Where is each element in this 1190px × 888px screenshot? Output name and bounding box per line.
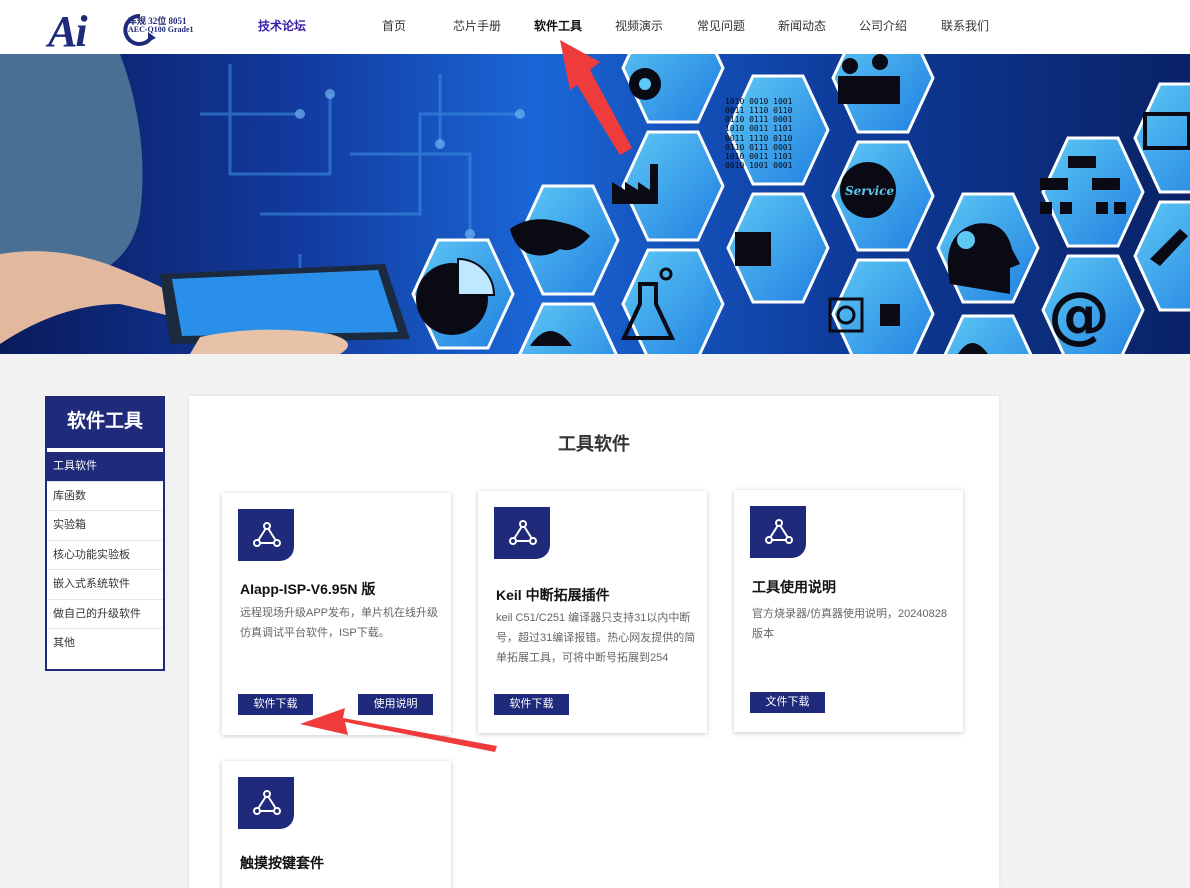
tool-card: 工具使用说明 官方烧录器/仿真器使用说明，20240828版本 文件下载	[734, 490, 963, 732]
banner-binary-4: 1010 0011 1101	[725, 124, 793, 133]
nav-about[interactable]: 公司介绍	[859, 17, 907, 34]
nav-contact[interactable]: 联系我们	[941, 17, 989, 34]
main-content: 工具软件 AIapp-ISP-V6.95N 版 远程现场升级APP发布，单片机在…	[189, 396, 999, 888]
sidebar-item-other[interactable]: 其他	[47, 629, 163, 659]
banner-binary-2: 0011 1110 0110	[725, 106, 793, 115]
page-title: 工具软件	[558, 434, 630, 454]
company-logo[interactable]: Ai 车规 32位 8051 AEC-Q100 Grade1	[48, 7, 198, 56]
tool-card: 触摸按键套件	[222, 761, 451, 888]
banner-binary-3: 0110 0111 0001	[725, 115, 793, 124]
banner-binary-1: 1010 0010 1001	[725, 97, 793, 106]
nav-video-demo[interactable]: 视频演示	[615, 17, 663, 34]
nav-home[interactable]: 首页	[382, 17, 406, 34]
hero-banner: 1010 0010 1001 0011 1110 0110 0110 0111 …	[0, 54, 1190, 354]
card-description: 远程现场升级APP发布，单片机在线升级仿真调试平台软件，ISP下载。	[240, 607, 439, 639]
user-guide-button[interactable]: 使用说明	[358, 694, 433, 715]
banner-binary-6: 0110 0111 0001	[725, 143, 793, 152]
nav-forum-link[interactable]: 技术论坛	[258, 17, 306, 34]
banner-binary-7: 1010 0011 1101	[725, 152, 793, 161]
tool-card: AIapp-ISP-V6.95N 版 远程现场升级APP发布，单片机在线升级仿真…	[222, 493, 451, 735]
share-nodes-icon	[238, 509, 294, 561]
banner-illustration: 1010 0010 1001 0011 1110 0110 0110 0111 …	[0, 54, 1190, 354]
banner-binary-5: 0011 1110 0110	[725, 134, 793, 143]
card-title: 工具使用说明	[752, 579, 836, 595]
nav-faq[interactable]: 常见问题	[697, 17, 745, 34]
sidebar-title: 软件工具	[47, 396, 163, 452]
banner-binary-8: 0010 1001 0001	[725, 161, 793, 170]
card-description: 官方烧录器/仿真器使用说明，20240828版本	[752, 608, 947, 640]
nav-news[interactable]: 新闻动态	[778, 17, 826, 34]
site-header: Ai 车规 32位 8051 AEC-Q100 Grade1 技术论坛 首页 芯…	[0, 0, 1190, 56]
card-title: 触摸按键套件	[240, 855, 324, 871]
sidebar-item-tool-software[interactable]: 工具软件	[47, 452, 163, 482]
sidebar-item-core-board[interactable]: 核心功能实验板	[47, 541, 163, 570]
share-nodes-icon	[238, 777, 294, 829]
nav-software-tools[interactable]: 软件工具	[534, 17, 582, 34]
card-title: Keil 中断拓展插件	[496, 587, 610, 603]
sidebar-item-lab-box[interactable]: 实验箱	[47, 511, 163, 541]
tool-card: Keil 中断拓展插件 keil C51/C251 编译器只支持31以内中断号，…	[478, 491, 707, 733]
banner-service-label: Service	[845, 184, 894, 198]
sidebar-item-libraries[interactable]: 库函数	[47, 482, 163, 511]
nav-chip-manual[interactable]: 芯片手册	[453, 17, 501, 34]
sidebar-item-upgrade-software[interactable]: 做自己的升级软件	[47, 600, 163, 629]
card-description: keil C51/C251 编译器只支持31以内中断号，超过31编译报错。热心网…	[496, 612, 696, 664]
share-nodes-icon	[494, 507, 550, 559]
sidebar-item-embedded-software[interactable]: 嵌入式系统软件	[47, 570, 163, 600]
logo-tagline-2: AEC-Q100 Grade1	[128, 25, 194, 34]
sidebar: 软件工具 工具软件 库函数 实验箱 核心功能实验板 嵌入式系统软件 做自己的升级…	[45, 396, 165, 671]
card-title: AIapp-ISP-V6.95N 版	[240, 581, 376, 597]
software-download-button[interactable]: 软件下载	[494, 694, 569, 715]
share-nodes-icon	[750, 506, 806, 558]
file-download-button[interactable]: 文件下载	[750, 692, 825, 713]
software-download-button[interactable]: 软件下载	[238, 694, 313, 715]
logo-mark: Ai	[48, 7, 88, 56]
banner-at-symbol: @	[1048, 278, 1110, 351]
